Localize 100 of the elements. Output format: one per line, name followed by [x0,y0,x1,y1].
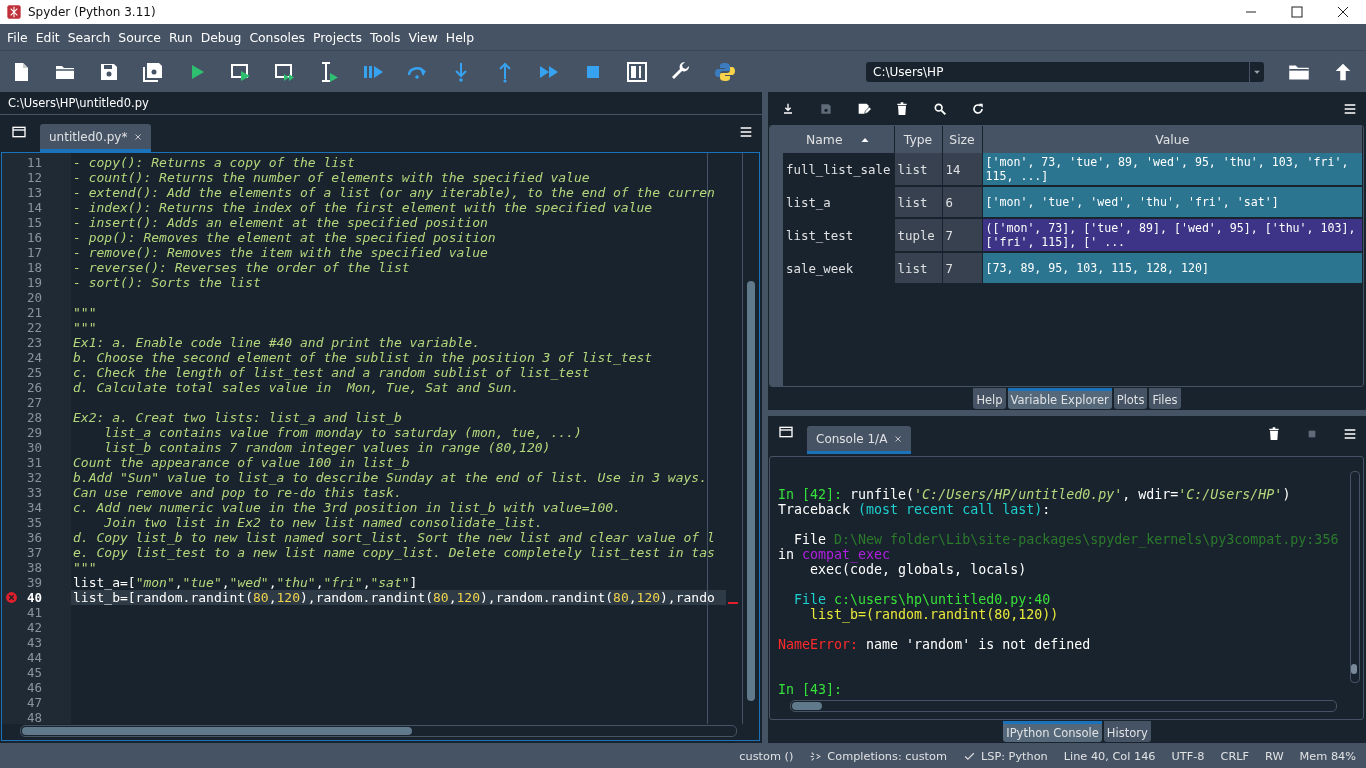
line-number: 11 [25,155,42,170]
menu-item[interactable]: Source [114,29,165,45]
line-number: 30 [25,440,42,455]
line-number: 39 [25,575,42,590]
menu-item[interactable]: Search [63,29,115,45]
table-cell: 14 [942,153,982,186]
pane-tab[interactable]: History [1103,721,1151,742]
window-icon[interactable] [11,124,27,140]
line-number: 20 [25,290,42,305]
console-line: File D:\New folder\Lib\site-packages\spyder_kernels\py3compat.py:356 [793,532,1340,547]
pane-tab[interactable]: IPython Console [1003,721,1102,742]
table-cell: (['mon', 73], ['tue', 89], ['wed', 95], ['thu', 103], ['fri', 115], [' ... [982,218,1363,252]
line-number: 15 [25,215,42,230]
code-line: d. Copy list_b to new list named sort_list. Sort the new list and clear value of l [72,530,716,545]
menu-item[interactable]: File [3,29,32,45]
code-line: b.Add "Sun" value to list_a to describe Sunday at the end of list. Use in 3 ways. [72,470,708,485]
column-header[interactable]: Name [783,126,894,153]
line-number: 46 [25,680,42,695]
line-number: 35 [25,515,42,530]
line-number: 34 [25,500,42,515]
code-line: e. Copy list_test to a new list name copy_list. Delete completely list_test in tas [72,545,716,560]
code-line: Can use remove and pop to re-do this task. [72,485,403,500]
code-line: """ [72,305,98,320]
pane-tab[interactable]: Plots [1113,388,1148,409]
column-header[interactable]: Type [894,126,942,153]
table-cell: tuple [894,218,942,252]
menu-item[interactable]: Edit [31,29,64,45]
menu-item[interactable]: Consoles [245,29,310,45]
code-line: - remove(): Removes the item with the specified value [72,245,489,260]
window-icon[interactable] [778,424,794,440]
status-text: LSP: Python [980,749,1048,763]
menu-item[interactable]: View [404,29,442,45]
code-line: - insert(): Adds an element at the specified position [72,215,489,230]
menu-item[interactable]: Projects [309,29,366,45]
menu-item[interactable]: Help [441,29,479,45]
console-line: exec(code, globals, locals) [810,562,1028,577]
status-text: RW [1265,749,1284,763]
console-line: Traceback (most recent call last): [778,502,1052,517]
vertical-scrollbar[interactable] [1350,471,1360,683]
status-text: UTF-8 [1171,749,1205,763]
code-line: c. Check the length of list_test and a random sublist of list_test [72,365,591,380]
line-number: 14 [25,200,42,215]
file-path: C:\Users\HP\untitled0.py [8,96,149,110]
maximize-pane-icon[interactable] [625,59,649,84]
code-line: - copy(): Returns a copy of the list [72,155,356,170]
line-number: 25 [25,365,42,380]
console-line: in compat_exec [778,547,891,562]
column-header[interactable]: Size [942,126,982,153]
window-title: Spyder (Python 3.11) [28,5,157,19]
editor-tab[interactable]: untitled0.py* [40,124,152,152]
table-cell: list [894,252,942,284]
line-number: 40 [25,590,42,605]
code-line: Ex1: a. Enable code line #40 and print the variable. [72,335,481,350]
code-line: - reverse(): Reverses the order of the list [72,260,411,275]
menu-item[interactable]: Tools [365,29,405,45]
status-text: CRLF [1220,749,1250,763]
code-line: list_a contains value from monday to saturday (mon, tue, ...) [103,425,583,440]
horizontal-scrollbar[interactable] [790,700,1337,712]
menu-icon[interactable] [1342,426,1358,442]
console-line: In [43]: [778,682,844,697]
table-cell: ['mon', 'tue', 'wed', 'thu', 'fri', 'sat'] [982,186,1363,218]
code-line: Ex2: a. Creat two lists: list_a and list_b [72,410,403,425]
line-number: 12 [25,170,42,185]
code-line: Join two list in Ex2 to new list named consolidate_list. [103,515,544,530]
line-number: 37 [25,545,42,560]
line-number: 16 [25,230,42,245]
menu-icon[interactable] [738,124,754,140]
line-number: 22 [25,320,42,335]
working-directory-field[interactable]: C:\Users\HP [866,61,1249,82]
line-number: 13 [25,185,42,200]
code-line: """ [72,560,98,575]
console-line: list_b=(random.randint(80,120)) [809,607,1060,622]
trash-icon[interactable] [894,100,910,117]
pane-tab[interactable]: Variable Explorer [1007,388,1112,409]
table-cell: list [894,186,942,218]
error-marker [728,602,738,604]
line-number: 28 [25,410,42,425]
horizontal-scrollbar[interactable] [20,725,737,737]
line-number: 32 [25,470,42,485]
pane-tab[interactable]: Help [973,388,1006,409]
line-number: 47 [25,695,42,710]
line-number: 23 [25,335,42,350]
line-number: 21 [25,305,42,320]
trash-icon[interactable] [1266,426,1282,442]
column-header[interactable]: Value [982,126,1363,153]
line-number: 43 [25,635,42,650]
code-line: list_a=["mon","tue","wed","thu","fri","sat"] [72,575,419,590]
console-tab[interactable]: Console 1/A [807,426,912,454]
code-line: - pop(): Removes the element at the specified position [72,230,497,245]
console-line: NameError: name 'random' is not defined [778,637,1092,652]
pane-tab[interactable]: Files [1149,388,1181,409]
line-number: 24 [25,350,42,365]
code-line: b. Choose the second element of the sublist in the position 3 of list_test [72,350,654,365]
line-number: 26 [25,380,42,395]
line-number: 45 [25,665,42,680]
menu-item[interactable]: Debug [196,29,246,45]
console-line: In [42]: runfile('C:/Users/HP/untitled0.py', wdir='C:/Users/HP') [778,487,1292,502]
menu-item[interactable]: Run [164,29,197,45]
line-number: 41 [25,605,42,620]
app-logo-icon [6,4,22,20]
